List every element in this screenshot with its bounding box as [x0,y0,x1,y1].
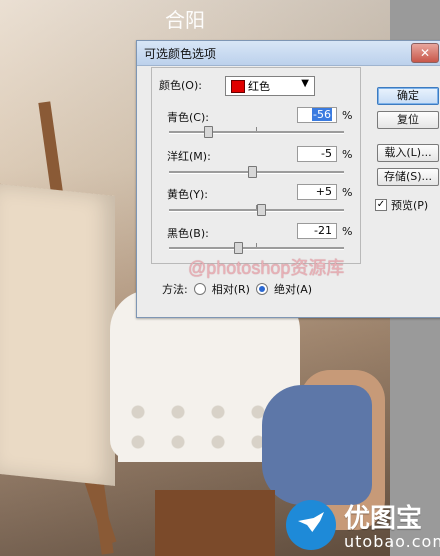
black-value: -21 [314,224,332,237]
absolute-radio[interactable] [255,283,268,295]
preview-checkbox[interactable]: ✓ 预览(P) [375,197,428,213]
red-swatch [231,80,245,93]
magenta-slider-track[interactable] [169,166,344,178]
percent-label: % [342,148,353,161]
relative-label[interactable]: 相对(R) [212,281,250,297]
load-button[interactable]: 载入(L)... [377,144,439,162]
background-logo-text: 合阳 [165,8,205,32]
yellow-input[interactable]: +5 [297,184,337,200]
percent-label: % [342,186,353,199]
black-input[interactable]: -21 [297,223,337,239]
person-shorts [262,385,372,505]
black-slider-track[interactable] [169,242,344,254]
easel-canvas [0,183,115,487]
relative-radio[interactable] [193,283,206,295]
photoshop-watermark: @photoshop资源库 [188,258,345,278]
save-button[interactable]: 存储(S)... [377,168,439,186]
magenta-value: -5 [321,147,332,160]
black-label: 黑色(B): [167,227,209,240]
dialog-titlebar[interactable]: 可选颜色选项 [137,41,440,66]
cyan-input[interactable]: -56 [297,107,337,123]
bird-logo-icon [286,500,336,550]
slider-center-tick [256,243,257,247]
percent-label: % [342,225,353,238]
magenta-label: 洋红(M): [167,150,211,163]
brand-name-en: utobao.com [344,532,440,551]
utobao-brand: 优图宝 utobao.com [286,498,440,556]
black-slider-thumb[interactable] [234,242,244,254]
cyan-slider-track[interactable] [169,126,344,138]
color-select[interactable]: 红色 ▼ [225,76,315,96]
yellow-label: 黄色(Y): [167,188,209,201]
magenta-input[interactable]: -5 [297,146,337,162]
cyan-label: 青色(C): [167,111,209,124]
preview-label: 预览(P) [391,199,429,212]
checkmark-icon[interactable]: ✓ [375,199,387,211]
dialog-title: 可选颜色选项 [144,46,217,61]
reset-button[interactable]: 复位 [377,111,439,129]
close-icon: ✕ [419,46,431,60]
magenta-slider-thumb[interactable] [248,166,258,178]
slider-center-tick [256,127,257,131]
brand-name-cn: 优图宝 [344,504,423,534]
chevron-down-icon[interactable]: ▼ [301,78,309,89]
color-label: 颜色(O): [159,79,202,92]
yellow-slider-track[interactable] [169,204,344,216]
method-label: 方法: [162,283,188,296]
method-row: 方法: 相对(R) 绝对(A) [162,281,312,297]
yellow-slider-thumb[interactable] [256,204,266,216]
stool [155,490,275,556]
color-select-value: 红色 [248,80,270,93]
cyan-slider-thumb[interactable] [203,126,213,138]
cyan-value: -56 [312,108,332,121]
yellow-value: +5 [315,185,332,198]
ok-button[interactable]: 确定 [377,87,439,105]
close-button[interactable]: ✕ [411,43,439,63]
absolute-label[interactable]: 绝对(A) [274,281,312,297]
percent-label: % [342,109,353,122]
